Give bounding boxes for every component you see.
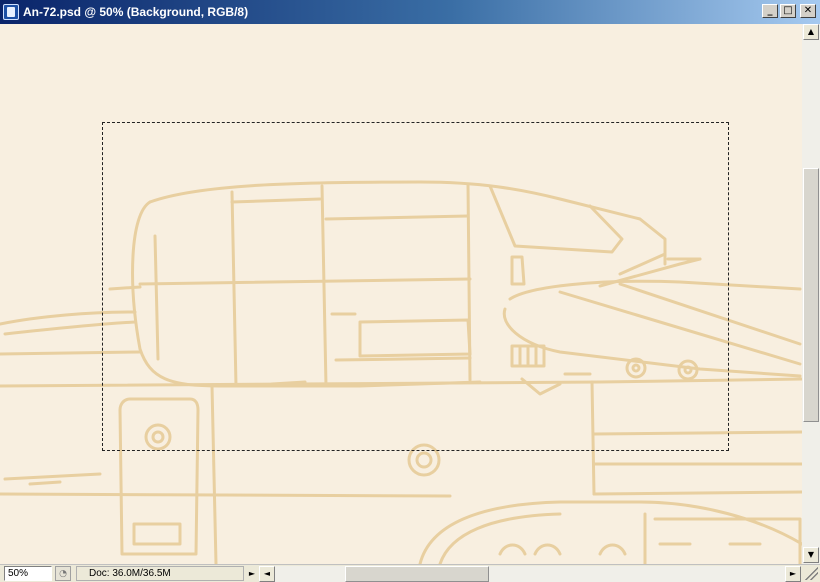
horizontal-scrollbar[interactable]: ◄ ► xyxy=(259,566,801,582)
zoom-level-field[interactable]: 50% xyxy=(4,566,52,581)
title-bar[interactable]: An-72.psd @ 50% (Background, RGB/8) _ □ … xyxy=(0,0,820,24)
status-info-icon[interactable]: ◔ xyxy=(55,566,71,581)
marquee-selection[interactable] xyxy=(102,122,729,451)
resize-grip-icon[interactable] xyxy=(804,565,818,580)
status-menu-arrow-icon[interactable]: ► xyxy=(246,566,258,581)
close-button[interactable]: ✕ xyxy=(800,4,816,18)
vertical-scroll-thumb[interactable] xyxy=(803,168,819,422)
vertical-scrollbar[interactable]: ▲ ▼ xyxy=(802,24,820,564)
scroll-down-button[interactable]: ▼ xyxy=(803,547,819,563)
photoshop-document-icon[interactable] xyxy=(3,4,19,20)
status-bar: 50% ◔ Doc: 36.0M/36.5M ► ◄ ► xyxy=(0,564,820,582)
maximize-button[interactable]: □ xyxy=(780,4,796,18)
window-title: An-72.psd @ 50% (Background, RGB/8) xyxy=(23,5,249,19)
minimize-button[interactable]: _ xyxy=(762,4,778,18)
document-canvas[interactable] xyxy=(0,24,802,564)
document-size-info: Doc: 36.0M/36.5M xyxy=(76,566,244,581)
scroll-right-button[interactable]: ► xyxy=(785,566,801,582)
scroll-left-button[interactable]: ◄ xyxy=(259,566,275,582)
scroll-up-button[interactable]: ▲ xyxy=(803,24,819,40)
horizontal-scroll-thumb[interactable] xyxy=(345,566,489,582)
window-controls: _ □ ✕ xyxy=(762,4,816,18)
